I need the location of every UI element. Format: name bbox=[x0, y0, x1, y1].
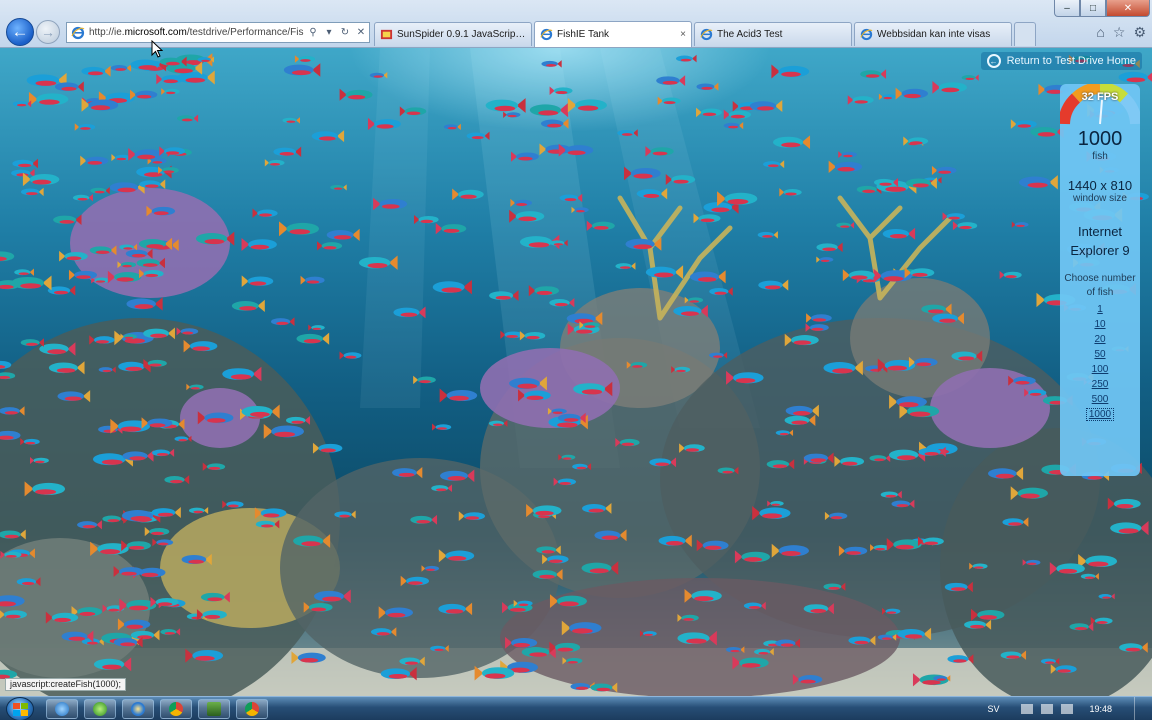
media-icon bbox=[93, 702, 107, 716]
fish-option-1[interactable]: 1 bbox=[1060, 302, 1140, 317]
taskbar-ie-button[interactable] bbox=[46, 699, 78, 719]
browser-name-line: Explorer 9 bbox=[1070, 243, 1130, 258]
stop-icon[interactable]: ✕ bbox=[353, 27, 369, 38]
fish-option-10[interactable]: 10 bbox=[1060, 317, 1140, 332]
tab-fishie-tank[interactable]: FishIE Tank × bbox=[534, 21, 692, 47]
tab-sunspider[interactable]: SunSpider 0.9.1 JavaScript Ben... bbox=[374, 22, 532, 46]
taskbar-app-button[interactable] bbox=[198, 699, 230, 719]
fish-option-500[interactable]: 500 bbox=[1060, 392, 1140, 407]
tab-label: FishIE Tank bbox=[557, 29, 610, 40]
clock[interactable]: 19:48 bbox=[1089, 704, 1112, 714]
start-button[interactable] bbox=[6, 697, 34, 720]
tab-webbsidan[interactable]: Webbsidan kan inte visas bbox=[854, 22, 1012, 46]
fish-option-250[interactable]: 250 bbox=[1060, 377, 1140, 392]
ie-favicon-icon bbox=[860, 28, 873, 41]
status-bar-link-preview: javascript:createFish(1000); bbox=[5, 678, 127, 691]
fish-option-100[interactable]: 100 bbox=[1060, 362, 1140, 377]
favorites-star-icon[interactable]: ☆ bbox=[1113, 24, 1126, 41]
language-indicator[interactable]: SV bbox=[987, 704, 999, 714]
back-arrow-icon: ← bbox=[11, 22, 29, 41]
network-icon[interactable] bbox=[1041, 704, 1054, 714]
tab-acid3[interactable]: The Acid3 Test bbox=[694, 22, 852, 46]
tab-label: SunSpider 0.9.1 JavaScript Ben... bbox=[397, 29, 526, 40]
explorer-icon bbox=[207, 702, 221, 716]
choose-label-line: of fish bbox=[1086, 287, 1114, 298]
ie-favicon-icon bbox=[71, 26, 85, 39]
dropdown-icon[interactable]: ▾ bbox=[321, 27, 337, 38]
ie-favicon-icon bbox=[380, 29, 393, 40]
close-window-button[interactable]: ✕ bbox=[1106, 0, 1150, 17]
tab-label: The Acid3 Test bbox=[717, 29, 783, 40]
choose-fish-label: Choose number of fish bbox=[1060, 272, 1140, 300]
forward-button[interactable]: → bbox=[36, 20, 60, 44]
volume-icon[interactable] bbox=[1061, 704, 1074, 714]
tab-close-icon[interactable]: × bbox=[680, 29, 686, 40]
minimize-button[interactable]: – bbox=[1054, 0, 1080, 17]
taskbar-chrome-button-2[interactable] bbox=[236, 699, 268, 719]
fish-count-options: 1 10 20 50 100 250 500 1000 bbox=[1060, 302, 1140, 422]
choose-label-line: Choose number bbox=[1064, 273, 1136, 284]
fish-tank-page: ← Return to Test Drive Home 32 FPS 1000 … bbox=[0, 48, 1152, 696]
fish-count: 1000 bbox=[1077, 128, 1123, 150]
ie-icon bbox=[131, 702, 145, 716]
ie-favicon-icon bbox=[700, 28, 713, 41]
fps-readout: 32 FPS bbox=[1081, 91, 1119, 103]
search-icon[interactable]: ⚲ bbox=[305, 27, 321, 38]
home-icon[interactable]: ⌂ bbox=[1096, 24, 1104, 41]
chrome-icon bbox=[245, 702, 259, 716]
browser-name: Internet Explorer 9 bbox=[1060, 222, 1140, 260]
chrome-icon bbox=[169, 702, 183, 716]
command-icons: ⌂ ☆ ⚙ bbox=[1096, 24, 1146, 41]
fish-option-50[interactable]: 50 bbox=[1060, 347, 1140, 362]
browser-chrome: ← → http://ie.microsoft.com/testdrive/Pe… bbox=[0, 0, 1152, 48]
fish-option-1000[interactable]: 1000 bbox=[1060, 407, 1140, 422]
taskbar-chrome-button[interactable] bbox=[160, 699, 192, 719]
fish-control-panel: 32 FPS 1000 fish 1440 x 810 window size … bbox=[1058, 82, 1142, 476]
new-tab-button[interactable] bbox=[1014, 22, 1036, 46]
ie-icon bbox=[55, 702, 69, 716]
mouse-cursor-icon bbox=[151, 40, 163, 58]
window-controls: – □ ✕ bbox=[1054, 0, 1150, 17]
url-text[interactable]: http://ie.microsoft.com/testdrive/Perfor… bbox=[89, 27, 305, 38]
tools-gear-icon[interactable]: ⚙ bbox=[1133, 24, 1146, 41]
window-size-label: window size bbox=[1073, 193, 1127, 204]
browser-name-line: Internet bbox=[1077, 224, 1123, 239]
system-tray: SV 19:48 bbox=[987, 697, 1152, 720]
refresh-icon[interactable]: ↻ bbox=[337, 27, 353, 38]
address-bar[interactable]: http://ie.microsoft.com/testdrive/Perfor… bbox=[66, 22, 370, 43]
taskbar-ie-button-2[interactable] bbox=[122, 699, 154, 719]
show-desktop-button[interactable] bbox=[1134, 697, 1144, 720]
taskbar: SV 19:48 bbox=[0, 696, 1152, 720]
fish-option-20[interactable]: 20 bbox=[1060, 332, 1140, 347]
window-size-value: 1440 x 810 bbox=[1067, 178, 1133, 193]
taskbar-media-button[interactable] bbox=[84, 699, 116, 719]
ie-favicon-icon bbox=[540, 28, 553, 41]
aquarium-scene bbox=[0, 53, 1152, 696]
maximize-button[interactable]: □ bbox=[1080, 0, 1106, 17]
return-to-test-drive-link[interactable]: ← Return to Test Drive Home bbox=[980, 52, 1142, 70]
back-circle-icon: ← bbox=[986, 54, 1001, 68]
forward-arrow-icon: → bbox=[41, 24, 55, 40]
fps-gauge: 32 FPS bbox=[1058, 82, 1142, 126]
back-button[interactable]: ← bbox=[6, 18, 34, 46]
windows-logo-icon bbox=[13, 703, 28, 716]
return-link-label: Return to Test Drive Home bbox=[1006, 55, 1136, 67]
tab-label: Webbsidan kan inte visas bbox=[877, 29, 991, 40]
flag-icon[interactable] bbox=[1021, 704, 1034, 714]
fish-count-label: fish bbox=[1092, 151, 1108, 162]
